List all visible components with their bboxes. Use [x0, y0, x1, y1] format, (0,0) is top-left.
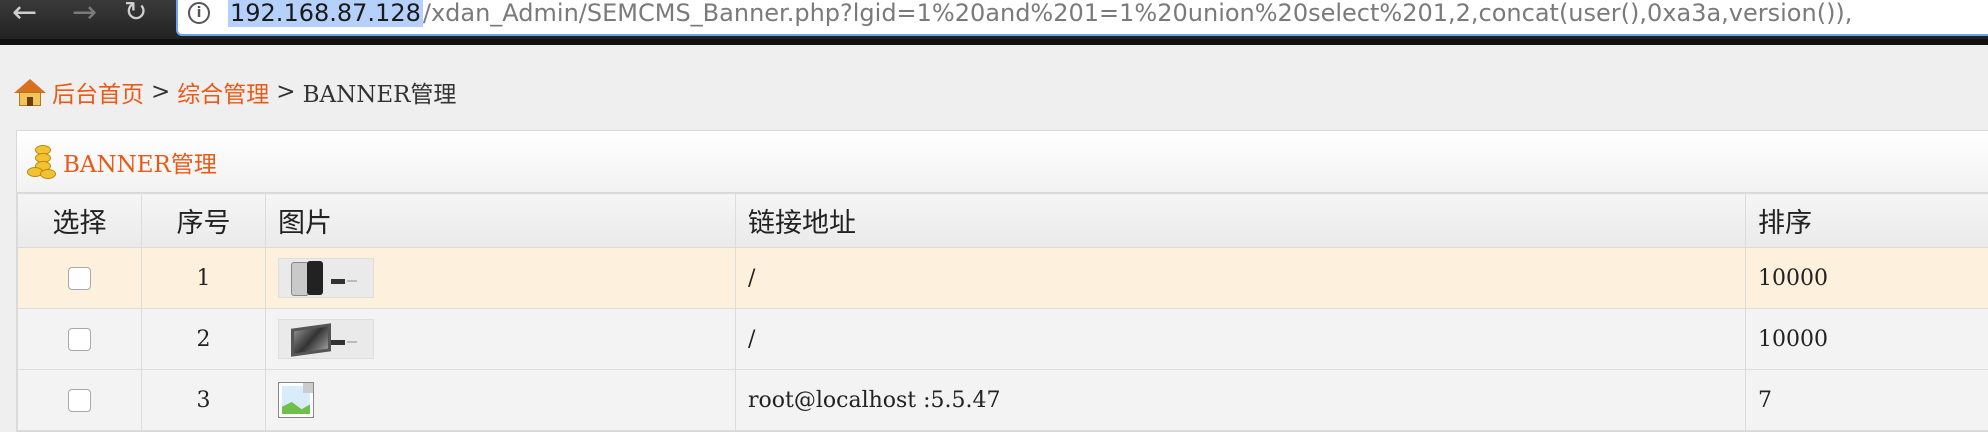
col-header-select: 选择	[18, 194, 142, 248]
select-cell	[18, 309, 142, 370]
breadcrumb-current: BANNER管理	[303, 75, 457, 109]
select-cell	[18, 370, 142, 431]
number-cell: 1	[142, 248, 266, 309]
col-header-number: 序号	[142, 194, 266, 248]
order-cell: 10000	[1746, 309, 1988, 370]
table-header-row: 选择 序号 图片 链接地址 排序	[18, 194, 1988, 248]
url-path: /xdan_Admin/SEMCMS_Banner.php?lgid=1%20a…	[423, 0, 1853, 27]
table-row[interactable]: 3 root@localhost :5.5.47 7	[18, 370, 1988, 431]
link-cell: /	[736, 248, 1746, 309]
toolbar-divider	[0, 39, 1988, 45]
banner-table: 选择 序号 图片 链接地址 排序 1 / 10000	[17, 193, 1988, 431]
table-row[interactable]: 1 / 10000	[18, 248, 1988, 309]
image-cell	[266, 309, 736, 370]
order-cell: 7	[1746, 370, 1988, 431]
order-cell: 10000	[1746, 248, 1988, 309]
link-cell: root@localhost :5.5.47	[736, 370, 1746, 431]
breadcrumb-home-link[interactable]: 后台首页	[52, 75, 144, 109]
col-header-link: 链接地址	[736, 194, 1746, 248]
home-icon	[14, 77, 46, 107]
row-checkbox[interactable]	[68, 267, 91, 290]
browser-toolbar: ← → ↻ i 192.168.87.128/xdan_Admin/SEMCMS…	[0, 0, 1988, 45]
breadcrumb-separator: >	[276, 79, 295, 105]
image-cell	[266, 248, 736, 309]
url-host: 192.168.87.128	[228, 0, 423, 27]
iphone-banner-thumbnail[interactable]	[278, 258, 374, 298]
url-text[interactable]: 192.168.87.128/xdan_Admin/SEMCMS_Banner.…	[228, 0, 1852, 28]
forward-icon[interactable]: →	[72, 0, 97, 32]
info-icon[interactable]: i	[188, 2, 210, 24]
link-cell: /	[736, 309, 1746, 370]
number-cell: 2	[142, 309, 266, 370]
breadcrumb-section-link[interactable]: 综合管理	[177, 75, 269, 109]
row-checkbox[interactable]	[68, 389, 91, 412]
address-bar[interactable]: i 192.168.87.128/xdan_Admin/SEMCMS_Banne…	[176, 0, 1988, 36]
panel-title: BANNER管理	[63, 145, 217, 179]
broken-image-icon[interactable]	[278, 382, 314, 418]
coins-icon	[27, 145, 57, 179]
reload-icon[interactable]: ↻	[124, 0, 147, 32]
col-header-image: 图片	[266, 194, 736, 248]
breadcrumb: 后台首页 > 综合管理 > BANNER管理	[14, 72, 456, 112]
col-header-order: 排序	[1746, 194, 1988, 248]
number-cell: 3	[142, 370, 266, 431]
table-row[interactable]: 2 / 10000	[18, 309, 1988, 370]
back-icon[interactable]: ←	[12, 0, 37, 32]
panel-header: BANNER管理	[17, 131, 1988, 193]
select-cell	[18, 248, 142, 309]
row-checkbox[interactable]	[68, 328, 91, 351]
image-cell	[266, 370, 736, 431]
banner-panel: BANNER管理 选择 序号 图片 链接地址 排序 1	[16, 130, 1988, 432]
tv-banner-thumbnail[interactable]	[278, 319, 374, 359]
breadcrumb-separator: >	[151, 79, 170, 105]
